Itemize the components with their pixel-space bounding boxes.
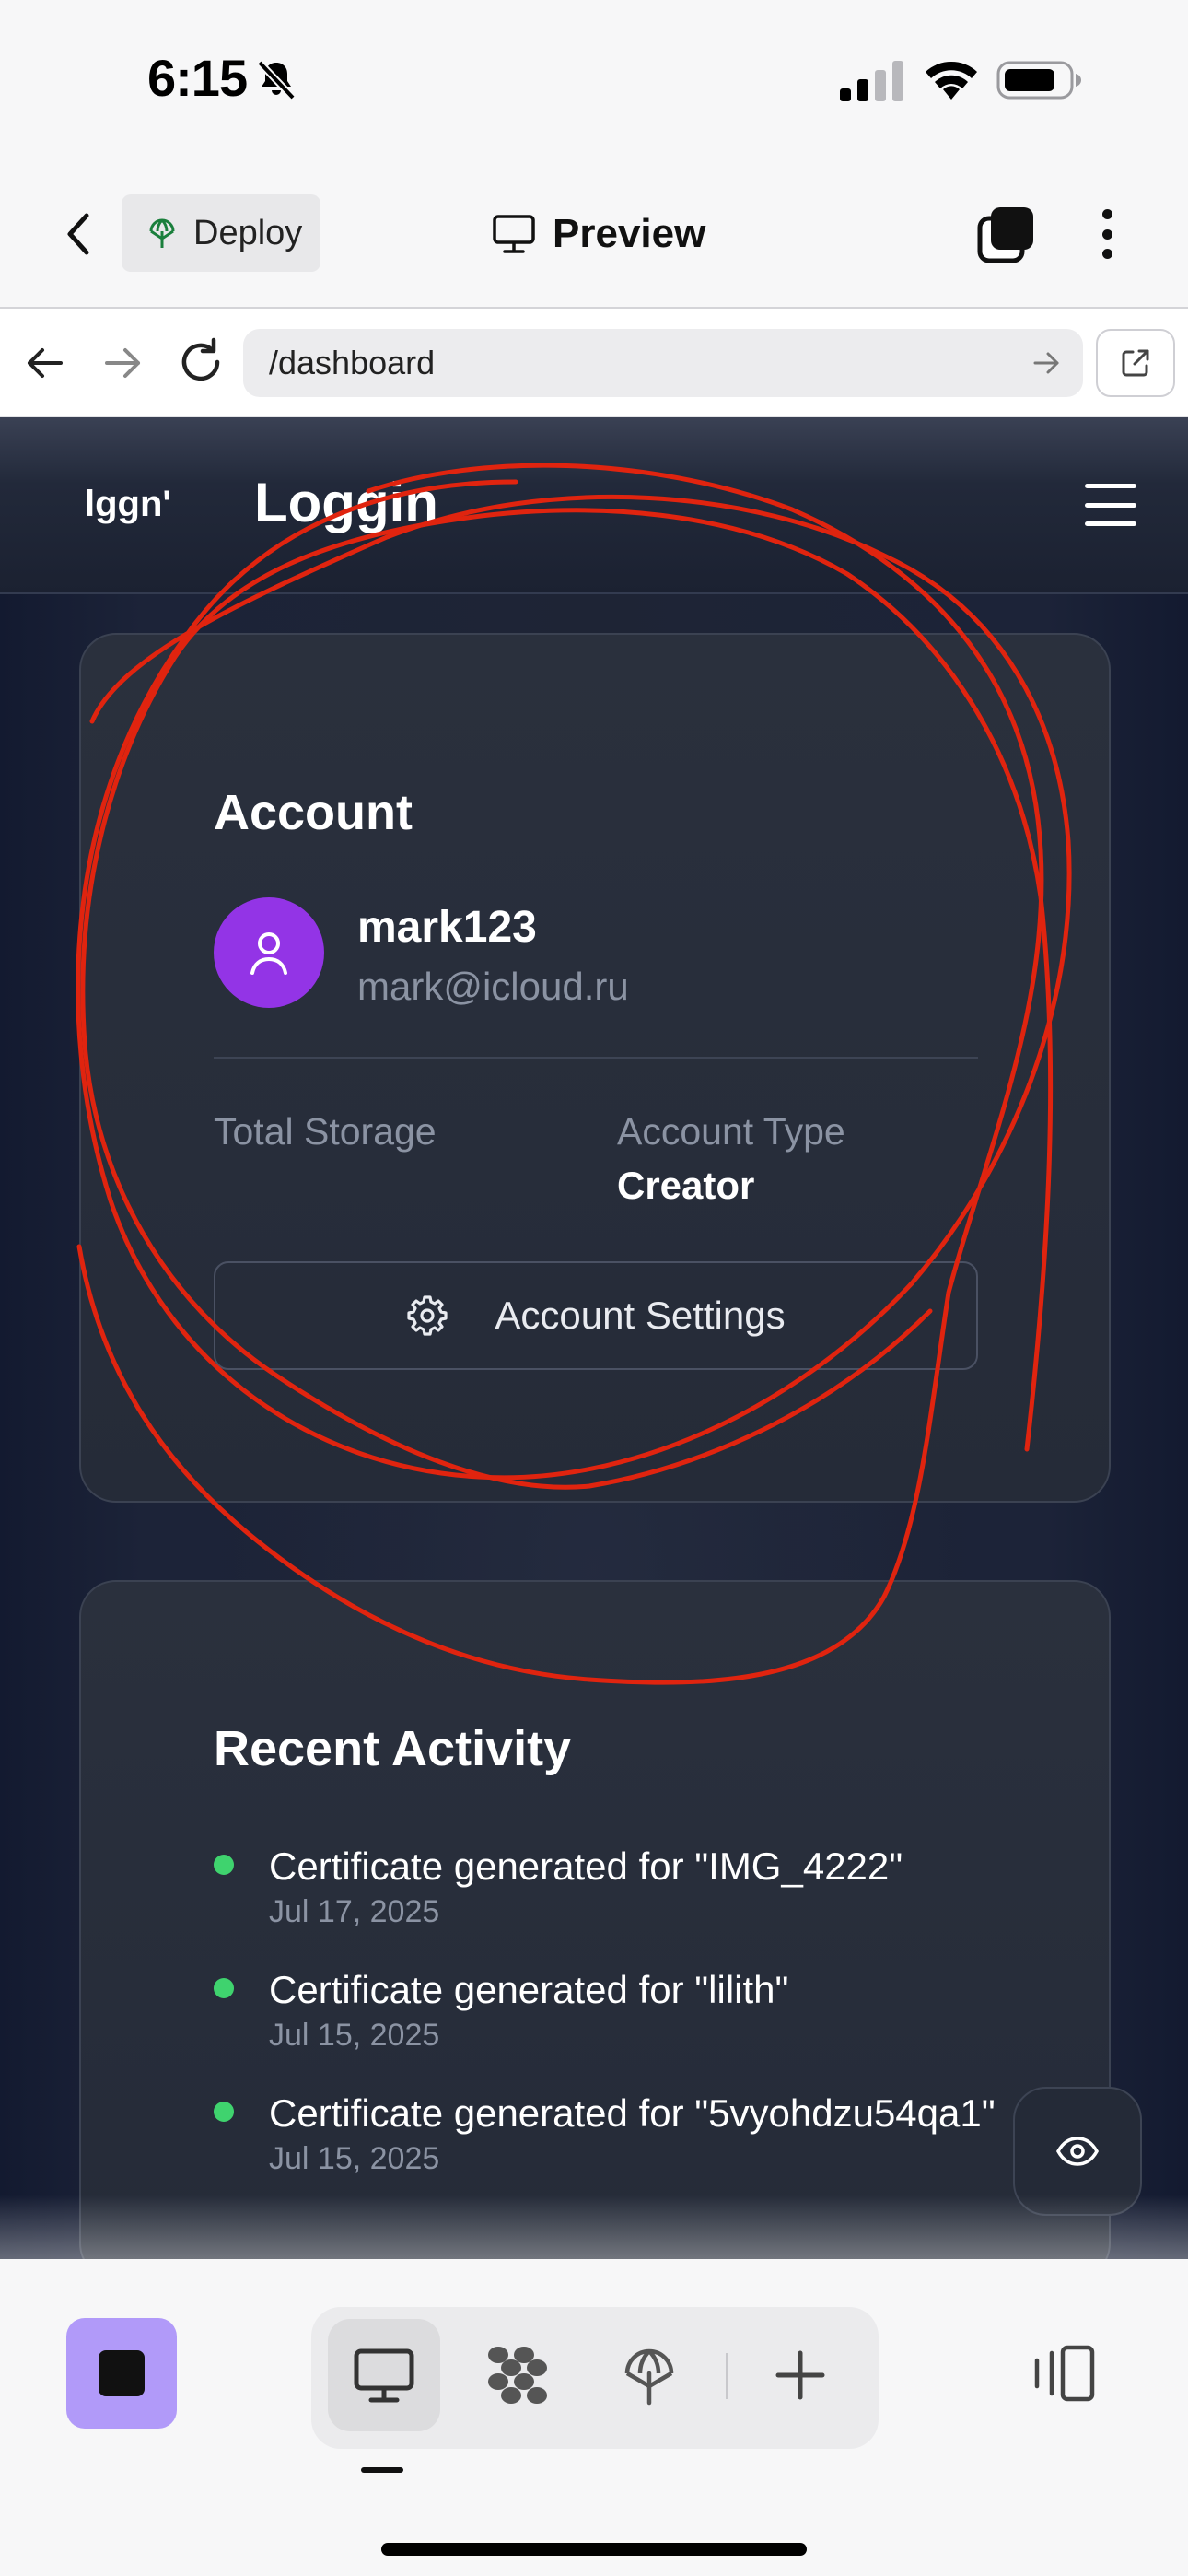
device-layout-icon[interactable]	[1030, 2338, 1100, 2408]
plus-icon	[775, 2350, 825, 2400]
wifi-icon	[926, 61, 977, 100]
site-name[interactable]: Loggin	[254, 471, 438, 534]
username: mark123	[357, 903, 537, 952]
app-toolbar: Deploy Preview	[0, 161, 1188, 307]
deploy-mode-button[interactable]	[593, 2319, 705, 2431]
status-dot	[214, 2102, 234, 2122]
preview-title: Preview	[492, 202, 705, 266]
menu-bar	[1085, 502, 1136, 508]
status-dot	[214, 1978, 234, 1998]
go-arrow-icon[interactable]	[1030, 346, 1063, 380]
more-dot	[1101, 209, 1112, 219]
activity-date: Jul 15, 2025	[269, 2141, 440, 2176]
stop-button[interactable]	[66, 2318, 177, 2429]
separator	[726, 2353, 728, 2399]
status-bar: 6:15	[0, 0, 1188, 161]
stop-square-icon	[99, 2350, 145, 2396]
reload-icon[interactable]	[175, 336, 227, 388]
back-chevron-icon[interactable]	[55, 205, 103, 263]
workspace-mode-button[interactable]	[460, 2319, 573, 2431]
mode-switcher	[311, 2307, 879, 2449]
activity-list: Certificate generated for "IMG_4222" Jul…	[214, 1840, 1042, 2210]
tabs-icon[interactable]	[976, 204, 1037, 264]
account-settings-button[interactable]: Account Settings	[214, 1261, 978, 1370]
activity-date: Jul 15, 2025	[269, 2018, 440, 2053]
divider	[214, 1057, 978, 1059]
url-text: /dashboard	[269, 344, 436, 381]
more-options-icon[interactable]	[1083, 202, 1131, 266]
battery-icon	[996, 61, 1081, 100]
activity-date: Jul 17, 2025	[269, 1894, 440, 1929]
deploy-globe-icon	[149, 218, 175, 248]
account-card: Account mark123 mark@icloud.ru Total Sto…	[79, 633, 1111, 1503]
monitor-icon	[354, 2348, 414, 2403]
active-tab-indicator	[361, 2467, 403, 2473]
activity-item: Certificate generated for "5vyohdzu54qa1…	[214, 2087, 1042, 2177]
avatar	[214, 897, 324, 1008]
activity-text: Certificate generated for "IMG_4222"	[269, 1844, 903, 1888]
home-indicator	[381, 2543, 807, 2556]
monitor-icon	[493, 215, 535, 253]
arrow-left-icon[interactable]	[22, 340, 68, 386]
nodes-grid-icon	[488, 2347, 547, 2404]
deploy-globe-icon	[624, 2348, 674, 2406]
site-logo[interactable]: lggn'	[85, 484, 171, 525]
recent-activity-title: Recent Activity	[214, 1721, 572, 1776]
menu-icon[interactable]	[1085, 484, 1136, 526]
bottom-dock	[0, 2259, 1188, 2576]
eye-icon	[1055, 2137, 1100, 2166]
account-type-value: Creator	[617, 1164, 755, 1207]
account-settings-label: Account Settings	[495, 1294, 786, 1337]
scroll-fade	[0, 2195, 1188, 2259]
arrow-right-icon[interactable]	[99, 340, 146, 386]
more-dot	[1101, 249, 1112, 259]
preview-label: Preview	[553, 211, 706, 256]
gear-icon	[407, 1295, 448, 1336]
menu-bar	[1085, 484, 1136, 488]
external-link-icon	[1122, 349, 1149, 377]
activity-item: Certificate generated for "IMG_4222" Jul…	[214, 1840, 1042, 1930]
cellular-signal-icon	[840, 61, 903, 101]
activity-text: Certificate generated for "5vyohdzu54qa1…	[269, 2091, 996, 2135]
open-external-button[interactable]	[1096, 329, 1175, 397]
deploy-label: Deploy	[193, 213, 303, 252]
user-icon	[250, 932, 287, 975]
status-dot	[214, 1855, 234, 1875]
activity-item: Certificate generated for "lilith" Jul 1…	[214, 1963, 1042, 2054]
status-time: 6:15	[147, 49, 248, 107]
site-navbar: lggn' Loggin	[0, 417, 1188, 594]
account-type-label: Account Type	[617, 1110, 845, 1153]
recent-activity-card: Recent Activity Certificate generated fo…	[79, 1580, 1111, 2259]
activity-text: Certificate generated for "lilith"	[269, 1968, 789, 2011]
bell-slash-icon	[257, 60, 296, 100]
add-button[interactable]	[744, 2319, 856, 2431]
preview-mode-button[interactable]	[328, 2319, 440, 2431]
user-email: mark@icloud.ru	[357, 965, 629, 1008]
web-viewport: lggn' Loggin Account mark123 mark@icloud…	[0, 417, 1188, 2259]
account-title: Account	[214, 785, 413, 840]
more-dot	[1101, 228, 1112, 240]
deploy-button[interactable]: Deploy	[122, 194, 320, 272]
url-field[interactable]: /dashboard	[243, 329, 1083, 397]
menu-bar	[1085, 521, 1136, 526]
total-storage-label: Total Storage	[214, 1110, 437, 1153]
browser-url-row: /dashboard	[0, 307, 1188, 417]
